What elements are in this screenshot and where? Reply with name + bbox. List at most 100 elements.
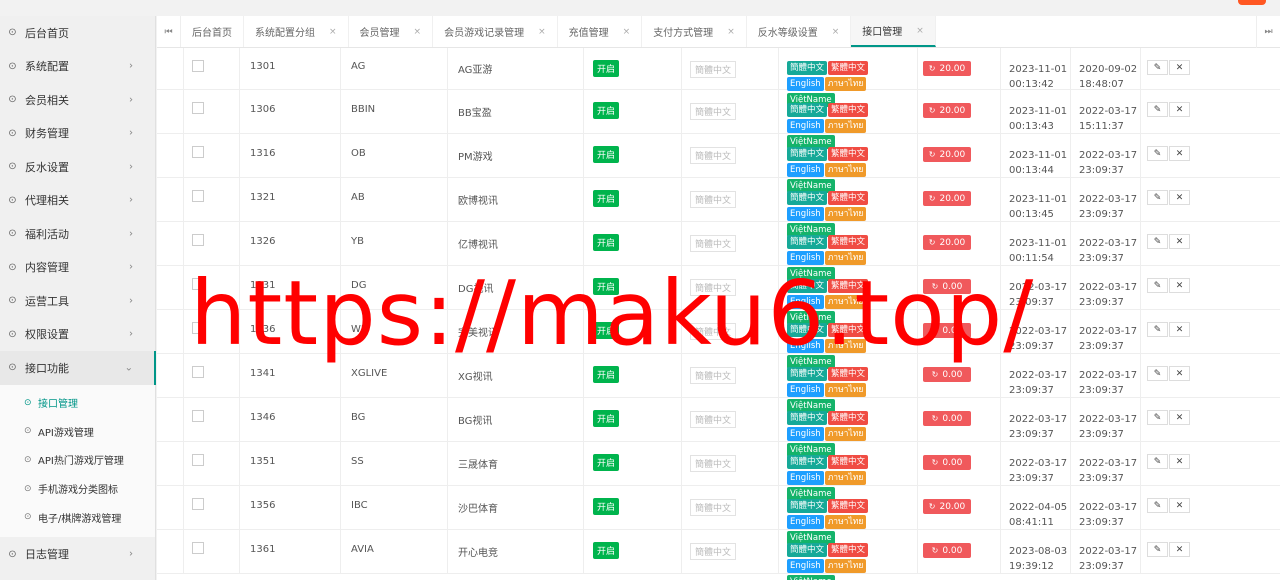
delete-icon[interactable]: ✕: [1169, 454, 1190, 469]
lang-simplified-button[interactable]: 簡體中文: [787, 61, 828, 75]
lang-traditional-button[interactable]: 繁體中文: [828, 103, 869, 117]
lang-traditional-button[interactable]: 繁體中文: [828, 455, 869, 469]
lang-thai-button[interactable]: ภาษาไทย: [824, 207, 867, 221]
delete-icon[interactable]: ✕: [1169, 102, 1190, 117]
lang-thai-button[interactable]: ภาษาไทย: [824, 471, 867, 485]
lang-simplified-button[interactable]: 簡體中文: [690, 323, 737, 340]
lang-viet-button[interactable]: ViệtName: [787, 575, 835, 580]
edit-icon[interactable]: ✎: [1147, 366, 1168, 381]
edit-icon[interactable]: ✎: [1147, 410, 1168, 425]
edit-icon[interactable]: ✎: [1147, 60, 1168, 75]
tab[interactable]: 支付方式管理 ×: [642, 16, 747, 47]
lang-english-button[interactable]: English: [787, 515, 824, 529]
edit-icon[interactable]: ✎: [1147, 146, 1168, 161]
status-badge[interactable]: 开启: [593, 190, 620, 207]
lang-traditional-button[interactable]: 繁體中文: [828, 367, 869, 381]
lang-simplified-button[interactable]: 簡體中文: [787, 455, 828, 469]
sidebar-subitem[interactable]: ⊙ 电子/棋牌游戏管理: [0, 503, 155, 532]
close-icon[interactable]: ×: [623, 27, 631, 37]
sidebar-subitem[interactable]: ⊙ API游戏管理: [0, 417, 155, 446]
edit-icon[interactable]: ✎: [1147, 102, 1168, 117]
edit-icon[interactable]: ✎: [1147, 542, 1168, 557]
lang-traditional-button[interactable]: 繁體中文: [828, 411, 869, 425]
status-badge[interactable]: 开启: [593, 60, 620, 77]
lang-thai-button[interactable]: ภาษาไทย: [824, 339, 867, 353]
lang-traditional-button[interactable]: 繁體中文: [828, 279, 869, 293]
lang-english-button[interactable]: English: [787, 295, 824, 309]
lang-thai-button[interactable]: ภาษาไทย: [824, 383, 867, 397]
status-badge[interactable]: 开启: [593, 366, 620, 383]
tab[interactable]: 接口管理 ×: [851, 16, 936, 47]
row-checkbox[interactable]: [192, 190, 204, 202]
sidebar-item[interactable]: ⊙ 运营工具 ›: [0, 284, 155, 318]
balance-refresh-button[interactable]: ↻ 0.00: [923, 367, 971, 382]
lang-simplified-button[interactable]: 簡體中文: [787, 147, 828, 161]
sidebar-item[interactable]: ⊙ 代理相关 ›: [0, 184, 155, 218]
lang-english-button[interactable]: English: [787, 251, 824, 265]
close-icon[interactable]: ×: [329, 27, 337, 37]
balance-refresh-button[interactable]: ↻ 20.00: [923, 499, 971, 514]
edit-icon[interactable]: ✎: [1147, 322, 1168, 337]
delete-icon[interactable]: ✕: [1169, 498, 1190, 513]
row-checkbox[interactable]: [192, 146, 204, 158]
lang-simplified-button[interactable]: 簡體中文: [690, 235, 737, 252]
lang-thai-button[interactable]: ภาษาไทย: [824, 295, 867, 309]
lang-simplified-button[interactable]: 簡體中文: [690, 103, 737, 120]
edit-icon[interactable]: ✎: [1147, 498, 1168, 513]
sidebar-subitem[interactable]: ⊙ 接口管理: [0, 389, 155, 418]
lang-traditional-button[interactable]: 繁體中文: [828, 543, 869, 557]
delete-icon[interactable]: ✕: [1169, 278, 1190, 293]
lang-thai-button[interactable]: ภาษาไทย: [824, 515, 867, 529]
close-icon[interactable]: ×: [916, 26, 924, 36]
tab[interactable]: 后台首页: [181, 16, 244, 47]
tab-scroll-left-icon[interactable]: ⏮: [157, 16, 181, 47]
lang-simplified-button[interactable]: 簡體中文: [787, 191, 828, 205]
tab[interactable]: 充值管理 ×: [558, 16, 643, 47]
status-badge[interactable]: 开启: [593, 278, 620, 295]
lang-english-button[interactable]: English: [787, 383, 824, 397]
lang-english-button[interactable]: English: [787, 559, 824, 573]
balance-refresh-button[interactable]: ↻ 0.00: [923, 411, 971, 426]
lang-simplified-button[interactable]: 簡體中文: [787, 103, 828, 117]
delete-icon[interactable]: ✕: [1169, 234, 1190, 249]
lang-simplified-button[interactable]: 簡體中文: [690, 61, 737, 78]
row-checkbox[interactable]: [192, 322, 204, 334]
balance-refresh-button[interactable]: ↻ 0.00: [923, 323, 971, 338]
lang-simplified-button[interactable]: 簡體中文: [690, 499, 737, 516]
row-checkbox[interactable]: [192, 410, 204, 422]
tab[interactable]: 会员管理 ×: [349, 16, 434, 47]
lang-simplified-button[interactable]: 簡體中文: [690, 147, 737, 164]
sidebar-item[interactable]: ⊙ 福利活动 ›: [0, 217, 155, 251]
close-icon[interactable]: ×: [832, 27, 840, 37]
lang-thai-button[interactable]: ภาษาไทย: [824, 251, 867, 265]
sidebar-item[interactable]: ⊙ 接口功能 ⌄: [0, 351, 156, 385]
lang-simplified-button[interactable]: 簡體中文: [787, 235, 828, 249]
sidebar-item[interactable]: ⊙ 财务管理 ›: [0, 117, 155, 151]
lang-english-button[interactable]: English: [787, 77, 824, 91]
lang-traditional-button[interactable]: 繁體中文: [828, 147, 869, 161]
delete-icon[interactable]: ✕: [1169, 190, 1190, 205]
tab-scroll-right-icon[interactable]: ⏭: [1256, 16, 1280, 48]
status-badge[interactable]: 开启: [593, 146, 620, 163]
delete-icon[interactable]: ✕: [1169, 322, 1190, 337]
sidebar-item-logs[interactable]: ⊙ 日志管理 ›: [0, 537, 155, 571]
status-badge[interactable]: 开启: [593, 102, 620, 119]
status-badge[interactable]: 开启: [593, 542, 620, 559]
close-icon[interactable]: ×: [727, 27, 735, 37]
balance-refresh-button[interactable]: ↻ 0.00: [923, 543, 971, 558]
lang-simplified-button[interactable]: 簡體中文: [690, 279, 737, 296]
balance-refresh-button[interactable]: ↻ 20.00: [923, 235, 971, 250]
delete-icon[interactable]: ✕: [1169, 410, 1190, 425]
lang-traditional-button[interactable]: 繁體中文: [828, 499, 869, 513]
top-right-badge[interactable]: [1238, 0, 1266, 5]
balance-refresh-button[interactable]: ↻ 20.00: [923, 147, 971, 162]
balance-refresh-button[interactable]: ↻ 20.00: [923, 103, 971, 118]
row-checkbox[interactable]: [192, 498, 204, 510]
delete-icon[interactable]: ✕: [1169, 542, 1190, 557]
status-badge[interactable]: 开启: [593, 234, 620, 251]
lang-thai-button[interactable]: ภาษาไทย: [824, 559, 867, 573]
lang-simplified-button[interactable]: 簡體中文: [787, 411, 828, 425]
lang-english-button[interactable]: English: [787, 163, 824, 177]
lang-english-button[interactable]: English: [787, 471, 824, 485]
status-badge[interactable]: 开启: [593, 322, 620, 339]
